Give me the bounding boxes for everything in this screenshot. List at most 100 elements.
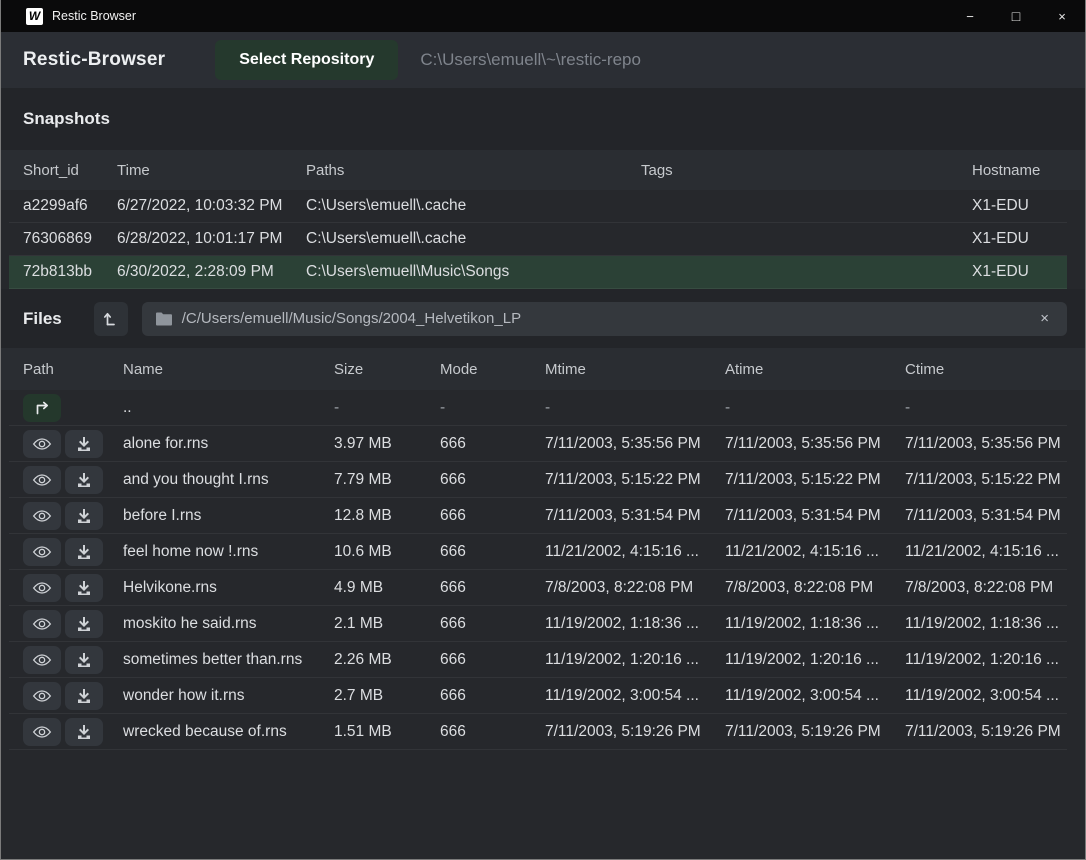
- file-ctime: 7/11/2003, 5:19:26 PM: [891, 723, 1067, 741]
- file-ctime: 11/19/2002, 1:20:16 ...: [891, 651, 1067, 669]
- column-paths[interactable]: Paths: [292, 162, 627, 179]
- preview-file-button[interactable]: [23, 646, 61, 674]
- column-path[interactable]: Path: [9, 361, 109, 378]
- snapshot-row[interactable]: 76306869 6/28/2022, 10:01:17 PM C:\Users…: [9, 223, 1067, 256]
- download-icon: [76, 652, 92, 668]
- download-file-button[interactable]: [65, 646, 103, 674]
- file-mtime: 11/19/2002, 1:20:16 ...: [531, 651, 711, 669]
- select-repository-button[interactable]: Select Repository: [215, 40, 398, 80]
- eye-icon: [32, 580, 52, 596]
- file-name: Helvikone.rns: [109, 579, 320, 597]
- file-mtime: 11/19/2002, 1:18:36 ...: [531, 615, 711, 633]
- file-mode: 666: [426, 615, 531, 633]
- file-ctime: 11/21/2002, 4:15:16 ...: [891, 543, 1067, 561]
- file-row-actions: [9, 610, 109, 638]
- eye-icon: [32, 724, 52, 740]
- snapshots-section-header: Snapshots: [1, 88, 1085, 150]
- file-mode: 666: [426, 543, 531, 561]
- download-file-button[interactable]: [65, 610, 103, 638]
- download-file-button[interactable]: [65, 574, 103, 602]
- column-hostname[interactable]: Hostname: [958, 162, 1067, 179]
- download-icon: [76, 508, 92, 524]
- path-breadcrumb[interactable]: /C/Users/emuell/Music/Songs/2004_Helveti…: [142, 302, 1067, 336]
- download-icon: [76, 724, 92, 740]
- preview-file-button[interactable]: [23, 718, 61, 746]
- download-file-button[interactable]: [65, 718, 103, 746]
- download-file-button[interactable]: [65, 502, 103, 530]
- file-ctime: 11/19/2002, 1:18:36 ...: [891, 615, 1067, 633]
- file-size: 10.6 MB: [320, 543, 426, 561]
- preview-file-button[interactable]: [23, 466, 61, 494]
- clear-path-button[interactable]: ×: [1036, 308, 1053, 329]
- turn-up-right-arrow-icon: [33, 400, 51, 416]
- file-row[interactable]: sometimes better than.rns 2.26 MB 666 11…: [9, 642, 1067, 678]
- snapshot-row[interactable]: a2299af6 6/27/2022, 10:03:32 PM C:\Users…: [9, 190, 1067, 223]
- column-name[interactable]: Name: [109, 361, 320, 378]
- file-mode: 666: [426, 507, 531, 525]
- download-file-button[interactable]: [65, 466, 103, 494]
- go-up-directory-button[interactable]: [23, 394, 61, 422]
- file-mode: 666: [426, 471, 531, 489]
- eye-icon: [32, 472, 52, 488]
- file-row[interactable]: wonder how it.rns 2.7 MB 666 11/19/2002,…: [9, 678, 1067, 714]
- column-tags[interactable]: Tags: [627, 162, 958, 179]
- maximize-button[interactable]: □: [993, 0, 1039, 32]
- file-name: sometimes better than.rns: [109, 651, 320, 669]
- file-name: alone for.rns: [109, 435, 320, 453]
- preview-file-button[interactable]: [23, 430, 61, 458]
- download-file-button[interactable]: [65, 538, 103, 566]
- file-row[interactable]: Helvikone.rns 4.9 MB 666 7/8/2003, 8:22:…: [9, 570, 1067, 606]
- current-path: /C/Users/emuell/Music/Songs/2004_Helveti…: [182, 310, 521, 327]
- snapshot-row[interactable]: 72b813bb 6/30/2022, 2:28:09 PM C:\Users\…: [9, 256, 1067, 289]
- column-mtime[interactable]: Mtime: [531, 361, 711, 378]
- minimize-button[interactable]: −: [947, 0, 993, 32]
- snapshot-hostname: X1-EDU: [958, 263, 1067, 281]
- column-size[interactable]: Size: [320, 361, 426, 378]
- column-mode[interactable]: Mode: [426, 361, 531, 378]
- parent-ctime: -: [891, 399, 1067, 417]
- repository-path[interactable]: C:\Users\emuell\~\restic-repo: [420, 50, 641, 70]
- file-row[interactable]: and you thought I.rns 7.79 MB 666 7/11/2…: [9, 462, 1067, 498]
- parent-mode: -: [426, 399, 531, 417]
- preview-file-button[interactable]: [23, 502, 61, 530]
- close-button[interactable]: ×: [1039, 0, 1085, 32]
- file-row[interactable]: feel home now !.rns 10.6 MB 666 11/21/20…: [9, 534, 1067, 570]
- file-row[interactable]: wrecked because of.rns 1.51 MB 666 7/11/…: [9, 714, 1067, 750]
- up-directory-button[interactable]: [94, 302, 128, 336]
- file-mtime: 11/21/2002, 4:15:16 ...: [531, 543, 711, 561]
- files-bar: Files /C/Users/emuell/Music/Songs/2004_H…: [1, 289, 1085, 348]
- parent-name: ..: [109, 399, 320, 417]
- preview-file-button[interactable]: [23, 538, 61, 566]
- parent-directory-row[interactable]: .. - - - - -: [9, 390, 1067, 426]
- file-name: and you thought I.rns: [109, 471, 320, 489]
- download-icon: [76, 436, 92, 452]
- file-atime: 11/19/2002, 3:00:54 ...: [711, 687, 891, 705]
- files-table: .. - - - - -: [1, 390, 1085, 750]
- parent-mtime: -: [531, 399, 711, 417]
- download-icon: [76, 688, 92, 704]
- file-row-actions: [9, 538, 109, 566]
- column-short-id[interactable]: Short_id: [9, 162, 103, 179]
- file-mode: 666: [426, 723, 531, 741]
- file-ctime: 7/11/2003, 5:35:56 PM: [891, 435, 1067, 453]
- file-mode: 666: [426, 435, 531, 453]
- column-ctime[interactable]: Ctime: [891, 361, 1067, 378]
- download-file-button[interactable]: [65, 430, 103, 458]
- file-mtime: 7/11/2003, 5:35:56 PM: [531, 435, 711, 453]
- file-name: moskito he said.rns: [109, 615, 320, 633]
- preview-file-button[interactable]: [23, 610, 61, 638]
- column-atime[interactable]: Atime: [711, 361, 891, 378]
- snapshot-hostname: X1-EDU: [958, 230, 1067, 248]
- file-row[interactable]: alone for.rns 3.97 MB 666 7/11/2003, 5:3…: [9, 426, 1067, 462]
- snapshot-paths: C:\Users\emuell\Music\Songs: [292, 263, 627, 281]
- preview-file-button[interactable]: [23, 682, 61, 710]
- parent-atime: -: [711, 399, 891, 417]
- file-row[interactable]: moskito he said.rns 2.1 MB 666 11/19/200…: [9, 606, 1067, 642]
- preview-file-button[interactable]: [23, 574, 61, 602]
- snapshots-table: a2299af6 6/27/2022, 10:03:32 PM C:\Users…: [1, 190, 1085, 289]
- column-time[interactable]: Time: [103, 162, 292, 179]
- file-row[interactable]: before I.rns 12.8 MB 666 7/11/2003, 5:31…: [9, 498, 1067, 534]
- download-file-button[interactable]: [65, 682, 103, 710]
- file-size: 3.97 MB: [320, 435, 426, 453]
- file-mtime: 7/8/2003, 8:22:08 PM: [531, 579, 711, 597]
